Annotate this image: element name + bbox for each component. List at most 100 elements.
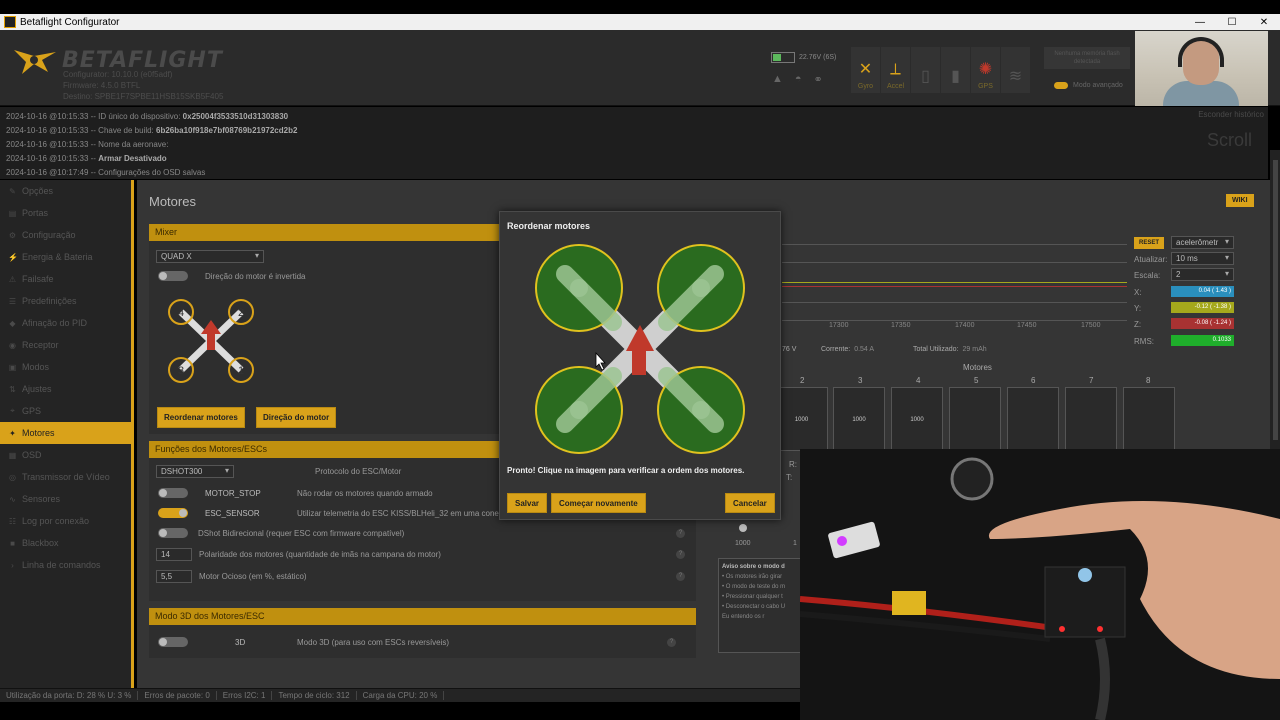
wiki-button[interactable]: WIKI	[1226, 194, 1254, 207]
motor-idle-input[interactable]: 5,5	[156, 570, 192, 583]
sidebar-item-failsafe[interactable]: ⚠ Failsafe	[0, 268, 131, 290]
sensor-indicators: ✕ Gyro ⟂ Accel ▯ ▮ ✺ GPS ≋	[851, 47, 1030, 93]
sidebar-item-afina-o-do-pid[interactable]: ◆ Afinação do PID	[0, 312, 131, 334]
sidebar-item-blackbox[interactable]: ■ Blackbox	[0, 532, 131, 554]
flash-memory-button[interactable]: Nenhuma memória flash detectada	[1044, 47, 1130, 69]
sidebar-item-osd[interactable]: ▦ OSD	[0, 444, 131, 466]
sidebar-item-energia-bateria[interactable]: ⚡ Energia & Bateria	[0, 246, 131, 268]
esc-protocol-select[interactable]: DSHOT300	[156, 465, 234, 478]
presets-icon: ☰	[8, 296, 17, 306]
bidir-dshot-switch[interactable]	[158, 528, 188, 538]
expert-mode-toggle[interactable]: Modo avançado	[1054, 82, 1123, 89]
osd-icon: ▦	[8, 450, 17, 460]
notice-checkbox-label[interactable]: Eu entendo os r	[722, 612, 804, 622]
sidebar-item-log-por-conex-o[interactable]: ☷ Log por conexão	[0, 510, 131, 532]
gyro-icon: ✕	[858, 61, 873, 78]
sidebar-item-label: GPS	[22, 406, 42, 416]
cancel-button[interactable]: Cancelar	[725, 493, 775, 513]
hide-log-link[interactable]: Esconder histórico	[1198, 110, 1264, 119]
close-button[interactable]: ✕	[1248, 17, 1280, 28]
motor-number: 5	[974, 376, 979, 385]
rms-value: 0.1033	[1171, 335, 1234, 346]
sidebar-item-label: Energia & Bateria	[22, 252, 93, 262]
sidebar-item-transmissor-de-v-deo[interactable]: ◎ Transmissor de Vídeo	[0, 466, 131, 488]
bee-logo-icon	[14, 50, 56, 74]
motor-value-box: 1000	[833, 387, 885, 451]
dialog-title: Reordenar motores	[507, 221, 591, 231]
help-icon[interactable]: ?	[676, 529, 685, 538]
link-icon: ⚭	[813, 74, 823, 86]
motor-stop-switch[interactable]	[158, 488, 188, 498]
adjust-icon: ⇅	[9, 384, 16, 394]
port-utilization: Utilização da porta: D: 28 % U: 3 %	[0, 691, 139, 700]
minimize-button[interactable]: —	[1184, 17, 1216, 28]
motor-direction-button[interactable]: Direção do motor	[256, 407, 337, 428]
sidebar-item-portas[interactable]: ▤ Portas	[0, 202, 131, 224]
sidebar-item-label: Modos	[22, 362, 50, 372]
sidebar-nav: ✎ Opções ▤ Portas ⚙ Configuração ⚡ Energia & Ba…	[0, 180, 134, 688]
sidebar-item-predefini-es[interactable]: ☰ Predefinições	[0, 290, 131, 312]
app-icon	[4, 16, 16, 28]
motor-reorder-diagram[interactable]	[535, 243, 747, 457]
axis-z-value: -0.08 ( -1.24 )	[1171, 318, 1234, 329]
help-icon[interactable]: ?	[667, 638, 676, 647]
scroll-toggle[interactable]: Scroll	[1207, 130, 1252, 151]
help-icon[interactable]: ?	[676, 572, 685, 581]
motor-direction-label: Direção do motor é invertida	[205, 272, 306, 281]
motor-direction-switch[interactable]	[158, 271, 188, 281]
accel-icon: ⟂	[890, 61, 901, 78]
sidebar-item-ajustes[interactable]: ⇅ Ajustes	[0, 378, 131, 400]
slider-value-2: 1	[793, 540, 797, 547]
reset-button[interactable]: RESET	[1134, 237, 1165, 249]
maximize-button[interactable]: ☐	[1216, 17, 1248, 28]
save-button[interactable]: Salvar	[507, 493, 548, 513]
vertical-scrollbar[interactable]	[1270, 150, 1280, 450]
log-icon: ☷	[8, 516, 17, 526]
motor-poles-input[interactable]: 14	[156, 548, 192, 561]
sidebar-item-op-es[interactable]: ✎ Opções	[0, 180, 131, 202]
motor-rear-left-bottom[interactable]	[535, 366, 623, 454]
mixer-select[interactable]: QUAD X	[156, 250, 264, 263]
expert-switch[interactable]	[1054, 82, 1068, 89]
axis-y-value: -0.12 ( -1.38 )	[1171, 302, 1234, 313]
sensor-type-select[interactable]: acelerômetr	[1171, 236, 1234, 249]
motor-poles-label: Polaridade dos motores (quantidade de im…	[199, 550, 441, 559]
log-line: 2024-10-16 @10:17:49 -- Configurações do…	[6, 168, 206, 177]
sidebar-item-configura-o[interactable]: ⚙ Configuração	[0, 224, 131, 246]
sidebar-item-label: Portas	[22, 208, 49, 218]
sidebar-item-label: Failsafe	[22, 274, 54, 284]
x-tick: 17450	[1017, 322, 1037, 329]
sidebar-item-motores[interactable]: ✦ Motores	[0, 422, 131, 444]
motor-value-box	[1007, 387, 1059, 451]
cli-icon: ›	[11, 560, 14, 570]
restart-button[interactable]: Começar novamente	[551, 493, 646, 513]
sidebar-item-label: Linha de comandos	[22, 560, 101, 570]
scale-select[interactable]: 2	[1171, 268, 1234, 281]
refresh-rate-select[interactable]: 10 ms	[1171, 252, 1234, 265]
motor-rear-right[interactable]	[657, 366, 745, 454]
bidir-dshot-label: DShot Bidirecional (requer ESC com firmw…	[198, 529, 405, 538]
reorder-motors-button[interactable]: Reordenar motores	[157, 407, 245, 428]
help-icon[interactable]: ?	[676, 550, 685, 559]
x-tick: 17300	[829, 322, 849, 329]
sidebar-item-label: Afinação do PID	[22, 318, 88, 328]
mode3d-panel: Modo 3D dos Motores/ESC 3D Modo 3D (para…	[149, 608, 696, 658]
sensor-mag: ▯	[911, 47, 940, 93]
mode3d-switch[interactable]	[158, 637, 188, 647]
motor-rear-left[interactable]	[535, 244, 623, 332]
sidebar-item-linha-de-comandos[interactable]: › Linha de comandos	[0, 554, 131, 576]
sidebar-item-sensores[interactable]: ∿ Sensores	[0, 488, 131, 510]
motor-number: 8	[1146, 376, 1151, 385]
master-slider-handle[interactable]	[739, 524, 747, 532]
scale-label: Escala:	[1134, 271, 1161, 280]
motor-number: 4	[916, 376, 921, 385]
vtx-icon: ◎	[9, 472, 16, 482]
motor-front-right[interactable]	[657, 244, 745, 332]
sidebar-item-modos[interactable]: ▣ Modos	[0, 356, 131, 378]
sensor-gyro: ✕ Gyro	[851, 47, 880, 93]
motor-label-1: 1	[238, 365, 244, 377]
sidebar-item-gps[interactable]: ⌖ GPS	[0, 400, 131, 422]
gps-icon: ✺	[978, 61, 993, 78]
sidebar-item-receptor[interactable]: ◉ Receptor	[0, 334, 131, 356]
esc-sensor-switch[interactable]	[158, 508, 188, 518]
